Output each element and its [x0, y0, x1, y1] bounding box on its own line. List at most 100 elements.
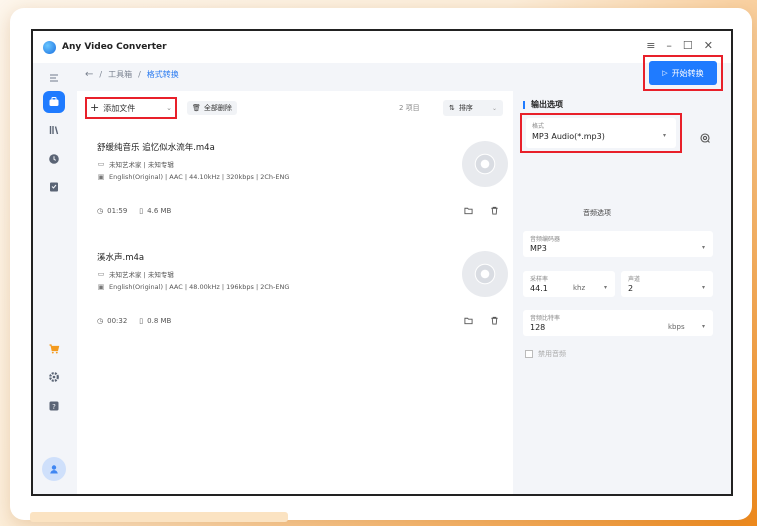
breadcrumb-current: 格式转换 — [146, 69, 179, 79]
add-file-highlight: + 添加文件 ⌄ — [85, 97, 177, 119]
audio-codec-select[interactable]: 音频编码器 MP3 ▾ — [523, 231, 713, 257]
svg-text:?: ? — [52, 403, 56, 411]
sample-rate-label: 采样率 — [530, 276, 549, 283]
file-audio-row: ▣ English(Original) | AAC | 48.00kHz | 1… — [97, 283, 290, 291]
audio-track-icon: ▣ — [97, 283, 105, 291]
menu-icon[interactable]: ≡ — [646, 40, 655, 52]
app-window: Any Video Converter ≡ – ☐ ✕ ? ← / 工具箱 / … — [31, 29, 733, 496]
app-logo-icon — [43, 40, 56, 54]
sort-icon: ⇅ — [449, 104, 455, 112]
clock-icon: ◷ — [97, 207, 104, 215]
breadcrumb-toolbox[interactable]: 工具箱 — [108, 69, 132, 80]
help-icon[interactable]: ? — [43, 395, 65, 417]
format-label: 格式 — [532, 123, 545, 130]
background-strip — [30, 512, 288, 522]
close-icon[interactable]: ✕ — [704, 40, 713, 52]
file-list-panel: + 添加文件 ⌄ 🗑 全部删除 2 项目 ⇅ 排序 ⌄ 舒缓纯音乐 追忆似水流年… — [77, 91, 513, 494]
file-artist-row: ▭ 未知艺术家 | 未知专辑 — [97, 269, 174, 279]
file-audio-info: English(Original) | AAC | 48.00kHz | 196… — [109, 283, 290, 291]
history-icon[interactable] — [43, 148, 65, 170]
format-settings-icon[interactable] — [699, 129, 711, 143]
file-name: 溪水声.m4a — [97, 253, 145, 263]
back-arrow-icon[interactable]: ← — [85, 69, 93, 80]
sample-rate-unit: khz — [573, 284, 586, 292]
output-section-title: 输出选项 — [523, 99, 563, 110]
chevron-down-icon: ▾ — [662, 132, 666, 139]
item-count: 2 项目 — [399, 104, 420, 112]
delete-all-button[interactable]: 🗑 全部删除 — [187, 101, 237, 115]
title-bar: Any Video Converter ≡ – ☐ ✕ — [33, 31, 731, 63]
channel-select[interactable]: 声道 2 ▾ — [621, 271, 713, 297]
file-audio-info: English(Original) | AAC | 44.10kHz | 320… — [109, 173, 290, 181]
file-size-icon: ▯ — [139, 207, 144, 215]
file-size-icon: ▯ — [139, 317, 144, 325]
sidebar: ? — [33, 63, 77, 494]
file-size: 0.8 MB — [147, 317, 172, 325]
sort-button[interactable]: ⇅ 排序 ⌄ — [443, 100, 503, 116]
file-artist-row: ▭ 未知艺术家 | 未知专辑 — [97, 159, 174, 169]
file-item[interactable]: 舒缓纯音乐 追忆似水流年.m4a ▭ 未知艺术家 | 未知专辑 ▣ Englis… — [97, 141, 508, 239]
chevron-down-icon: ▾ — [701, 244, 705, 251]
file-audio-row: ▣ English(Original) | AAC | 44.10kHz | 3… — [97, 173, 290, 181]
start-convert-button[interactable]: ▷ 开始转换 — [649, 61, 717, 85]
bitrate-value: 128 — [530, 323, 546, 332]
start-button-highlight: ▷ 开始转换 — [643, 55, 723, 91]
tasks-icon[interactable] — [43, 176, 65, 198]
trash-icon: 🗑 — [192, 104, 201, 112]
output-options-panel: 输出选项 格式 MP3 Audio(*.mp3) ▾ 音频选项 音频编码器 MP… — [513, 91, 731, 494]
channel-value: 2 — [628, 284, 634, 293]
format-value: MP3 Audio(*.mp3) — [532, 132, 605, 141]
sample-rate-select[interactable]: 采样率 44.1 khz ▾ — [523, 271, 615, 297]
sample-rate-value: 44.1 — [530, 284, 548, 293]
add-file-button[interactable]: + 添加文件 ⌄ — [90, 101, 172, 115]
breadcrumb-separator: / — [138, 69, 141, 79]
minimize-icon[interactable]: – — [666, 40, 672, 52]
file-item[interactable]: 溪水声.m4a ▭ 未知艺术家 | 未知专辑 ▣ English(Origina… — [97, 251, 508, 349]
audio-codec-value: MP3 — [530, 244, 547, 253]
delete-all-label: 全部删除 — [203, 104, 232, 112]
delete-file-icon[interactable] — [487, 203, 501, 217]
collapse-sidebar-icon[interactable] — [43, 67, 65, 89]
sort-label: 排序 — [458, 104, 473, 112]
breadcrumb-separator: / — [99, 69, 103, 79]
open-folder-icon[interactable] — [461, 313, 475, 327]
bitrate-label: 音频比特率 — [530, 315, 561, 322]
maximize-icon[interactable]: ☐ — [683, 40, 693, 52]
chevron-down-icon[interactable]: ⌄ — [166, 104, 172, 112]
chevron-down-icon: ▾ — [603, 284, 607, 291]
file-duration: 00:32 — [107, 317, 128, 325]
audio-options-title: 音频选项 — [583, 209, 611, 217]
audio-track-icon: ▣ — [97, 173, 105, 181]
channel-label: 声道 — [628, 276, 641, 283]
album-icon: ▭ — [97, 270, 105, 278]
chevron-down-icon: ▾ — [701, 284, 705, 291]
start-convert-label: 开始转换 — [671, 68, 704, 78]
library-icon[interactable] — [43, 119, 65, 141]
delete-file-icon[interactable] — [487, 313, 501, 327]
disc-thumbnail-icon — [462, 251, 508, 297]
file-size: 4.6 MB — [147, 207, 172, 215]
cart-icon[interactable] — [43, 338, 65, 360]
toolbox-icon[interactable] — [43, 91, 65, 113]
breadcrumb: ← / 工具箱 / 格式转换 — [85, 67, 179, 81]
window-controls: ≡ – ☐ ✕ — [646, 40, 713, 52]
album-icon: ▭ — [97, 160, 105, 168]
file-stats: ◷ 00:32 ▯ 0.8 MB — [97, 317, 171, 325]
settings-gear-icon[interactable] — [43, 366, 65, 388]
app-title: Any Video Converter — [62, 42, 167, 52]
disc-thumbnail-icon — [462, 141, 508, 187]
format-highlight: 格式 MP3 Audio(*.mp3) ▾ — [520, 113, 682, 153]
file-stats: ◷ 01:59 ▯ 4.6 MB — [97, 207, 171, 215]
open-folder-icon[interactable] — [461, 203, 475, 217]
file-name: 舒缓纯音乐 追忆似水流年.m4a — [97, 143, 215, 153]
bitrate-select[interactable]: 音频比特率 128 kbps ▾ — [523, 310, 713, 336]
clock-icon: ◷ — [97, 317, 104, 325]
section-marker — [523, 100, 525, 109]
audio-codec-label: 音频编码器 — [530, 236, 561, 243]
user-avatar-icon[interactable] — [42, 457, 66, 481]
disable-audio-checkbox[interactable] — [525, 350, 533, 358]
bitrate-unit: kbps — [668, 323, 685, 331]
format-select[interactable]: 格式 MP3 Audio(*.mp3) ▾ — [526, 118, 676, 148]
plus-icon: + — [90, 101, 100, 114]
chevron-down-icon: ⌄ — [491, 104, 497, 112]
